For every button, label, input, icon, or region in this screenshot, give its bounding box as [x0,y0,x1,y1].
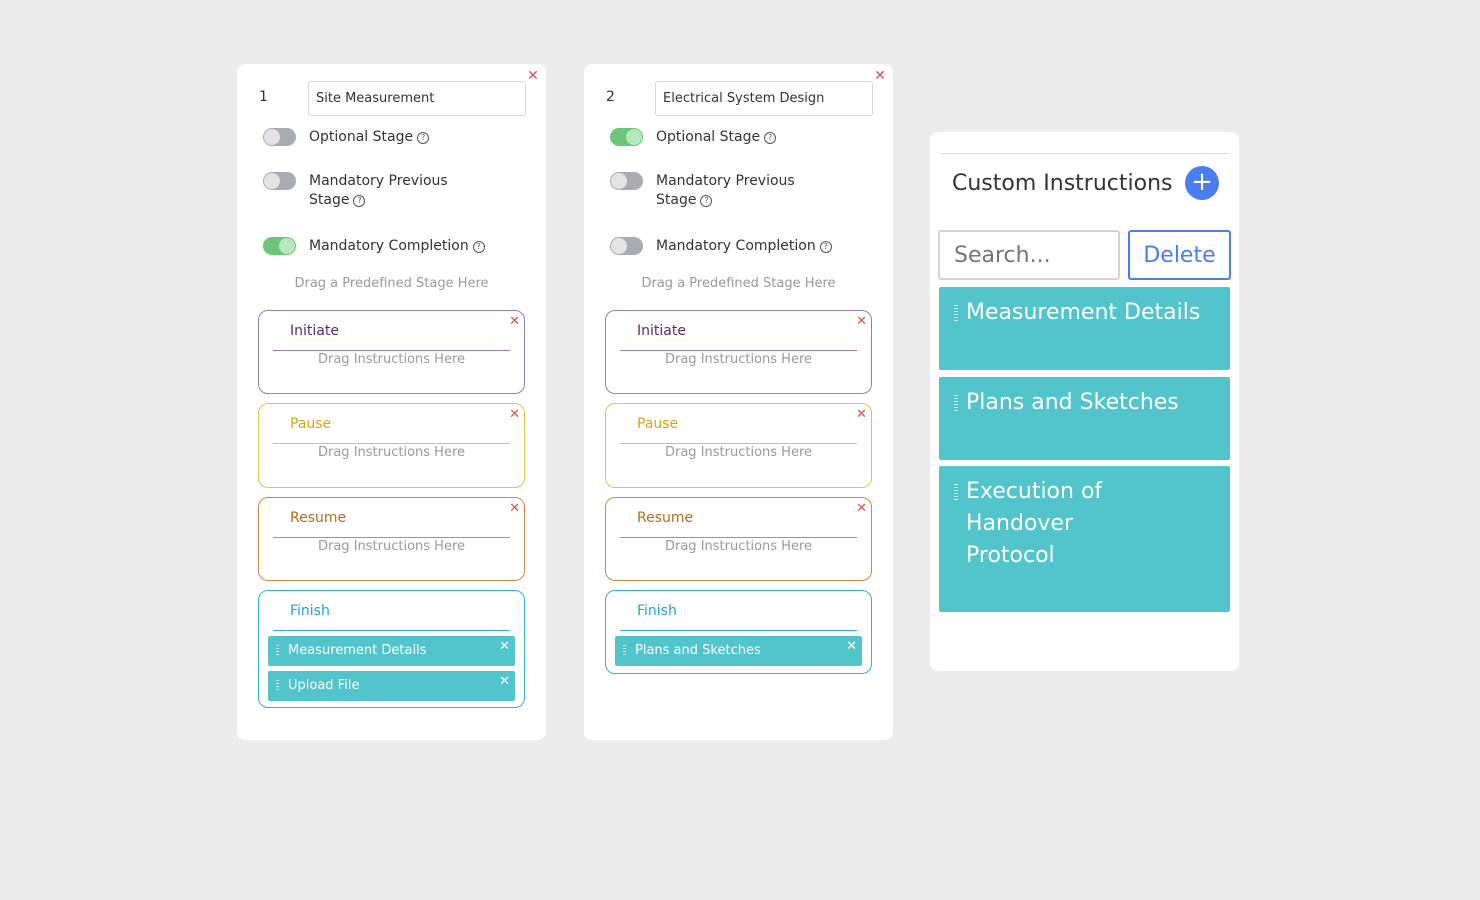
stage-number: 1 [259,89,268,105]
instruction-chip-label: Upload File [288,678,360,693]
optional-stage-toggle[interactable] [263,128,296,146]
stage-name-input[interactable] [655,81,873,116]
custom-instruction-item[interactable]: Execution of Handover Protocol [939,466,1230,612]
sub-stage-pause[interactable]: Pause ✕ Drag Instructions Here [258,403,525,488]
divider [273,537,510,538]
optional-stage-row: Optional Stage? [610,128,777,147]
sub-stage-finish[interactable]: Finish Measurement Details ✕ Upload File… [258,590,525,708]
mandatory-completion-row: Mandatory Completion? [263,237,485,256]
mandatory-completion-row: Mandatory Completion? [610,237,832,256]
help-circle-icon[interactable]: ? [819,241,832,253]
close-icon[interactable]: ✕ [527,69,539,83]
help-circle-icon[interactable]: ? [353,195,366,207]
mandatory-previous-stage-toggle[interactable] [610,172,643,190]
sub-stage-title: Initiate [290,323,339,339]
drag-handle-icon[interactable] [954,395,958,412]
custom-instruction-item[interactable]: Plans and Sketches [939,377,1230,460]
sub-stage-finish[interactable]: Finish Plans and Sketches ✕ [605,590,872,674]
divider [620,537,857,538]
instruction-drop-hint: Drag Instructions Here [664,539,813,554]
instruction-chip[interactable]: Upload File ✕ [268,671,515,701]
instruction-chip[interactable]: Measurement Details ✕ [268,636,515,666]
plus-icon[interactable]: + [1185,166,1219,200]
divider [620,443,857,444]
divider [273,350,510,351]
instruction-chip[interactable]: Plans and Sketches ✕ [615,636,862,666]
delete-button[interactable]: Delete [1128,230,1231,280]
divider [273,443,510,444]
stage-name-input[interactable] [308,81,526,116]
close-icon[interactable]: ✕ [846,639,857,654]
close-icon[interactable]: ✕ [856,501,867,516]
custom-instruction-label: Measurement Details [966,300,1201,325]
sub-stage-initiate[interactable]: Initiate ✕ Drag Instructions Here [258,310,525,394]
custom-instruction-label: Plans and Sketches [966,390,1179,415]
instruction-chip-label: Measurement Details [288,643,427,658]
drag-handle-icon[interactable] [276,680,279,692]
instruction-chip-label: Plans and Sketches [635,643,761,658]
close-icon[interactable]: ✕ [499,674,510,689]
mandatory-completion-toggle[interactable] [263,237,296,255]
search-input[interactable] [938,230,1120,280]
mandatory-completion-toggle[interactable] [610,237,643,255]
mandatory-completion-label: Mandatory Completion [309,238,469,254]
close-icon[interactable]: ✕ [874,69,886,83]
mandatory-completion-label: Mandatory Completion [656,238,816,254]
predefined-stage-drop-zone[interactable]: Drag a Predefined Stage Here [237,276,546,291]
drag-handle-icon[interactable] [276,645,279,657]
close-icon[interactable]: ✕ [509,407,520,422]
help-circle-icon[interactable]: ? [417,132,430,144]
predefined-stage-drop-zone[interactable]: Drag a Predefined Stage Here [584,276,893,291]
help-circle-icon[interactable]: ? [700,195,713,207]
mandatory-previous-stage-label: Mandatory Previous Stage [656,173,795,208]
close-icon[interactable]: ✕ [509,501,520,516]
drag-handle-icon[interactable] [623,645,626,657]
drag-handle-icon[interactable] [954,484,958,501]
mandatory-previous-stage-row: Mandatory Previous Stage? [610,172,816,210]
divider [273,630,510,631]
close-icon[interactable]: ✕ [499,639,510,654]
instruction-drop-hint: Drag Instructions Here [317,352,466,367]
optional-stage-label: Optional Stage [656,129,761,145]
optional-stage-label: Optional Stage [309,129,414,145]
close-icon[interactable]: ✕ [509,314,520,329]
mandatory-previous-stage-label: Mandatory Previous Stage [309,173,448,208]
optional-stage-row: Optional Stage? [263,128,430,147]
divider [620,630,857,631]
close-icon[interactable]: ✕ [856,314,867,329]
sub-stage-initiate[interactable]: Initiate ✕ Drag Instructions Here [605,310,872,394]
sub-stage-title: Resume [637,510,694,526]
custom-instructions-panel: Custom Instructions + Delete Measurement… [930,132,1239,671]
stage-number: 2 [606,89,615,105]
sub-stage-resume[interactable]: Resume ✕ Drag Instructions Here [258,497,525,581]
mandatory-previous-stage-row: Mandatory Previous Stage? [263,172,469,210]
close-icon[interactable]: ✕ [856,407,867,422]
stage-card-1: ✕ 1 Optional Stage? Mandatory Previous S… [237,64,546,740]
custom-instruction-label: Execution of Handover Protocol [966,479,1103,568]
sub-stage-title: Initiate [637,323,686,339]
help-circle-icon[interactable]: ? [472,241,485,253]
sub-stage-title: Finish [637,603,677,619]
help-circle-icon[interactable]: ? [764,132,777,144]
panel-title: Custom Instructions [952,171,1173,196]
divider [620,350,857,351]
instruction-drop-hint: Drag Instructions Here [317,539,466,554]
custom-instruction-item[interactable]: Measurement Details [939,287,1230,370]
mandatory-previous-stage-toggle[interactable] [263,172,296,190]
sub-stage-resume[interactable]: Resume ✕ Drag Instructions Here [605,497,872,581]
instruction-drop-hint: Drag Instructions Here [317,445,466,460]
sub-stage-title: Pause [290,416,332,432]
drag-handle-icon[interactable] [954,305,958,322]
instruction-drop-hint: Drag Instructions Here [664,445,813,460]
sub-stage-title: Finish [290,603,330,619]
sub-stage-pause[interactable]: Pause ✕ Drag Instructions Here [605,403,872,488]
stage-card-2: ✕ 2 Optional Stage? Mandatory Previous S… [584,64,893,740]
divider [939,153,1230,154]
optional-stage-toggle[interactable] [610,128,643,146]
instruction-drop-hint: Drag Instructions Here [664,352,813,367]
sub-stage-title: Resume [290,510,347,526]
sub-stage-title: Pause [637,416,679,432]
